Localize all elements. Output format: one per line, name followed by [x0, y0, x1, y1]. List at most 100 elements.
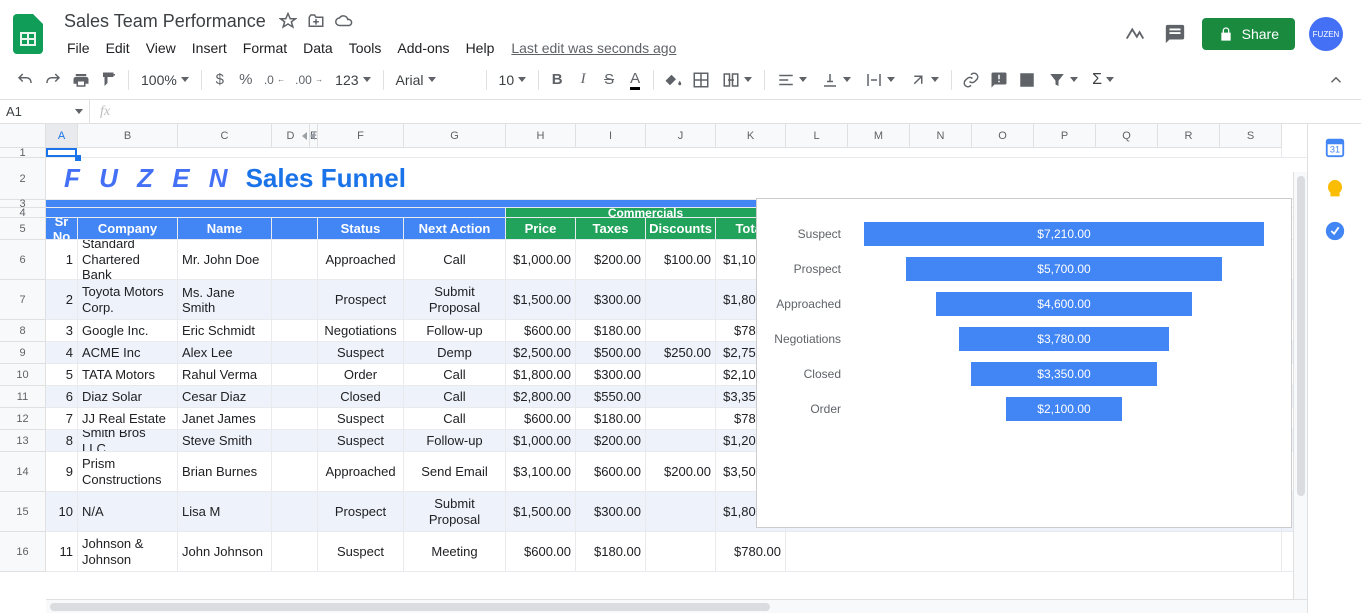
- last-edit-link[interactable]: Last edit was seconds ago: [511, 40, 676, 56]
- cell-srno[interactable]: 8: [46, 430, 78, 451]
- bold-icon[interactable]: B: [545, 68, 569, 92]
- cell-name[interactable]: John Johnson: [178, 532, 272, 571]
- cell-tax[interactable]: $180.00: [576, 532, 646, 571]
- row-header[interactable]: 14: [0, 452, 46, 492]
- menu-insert[interactable]: Insert: [185, 36, 234, 60]
- strikethrough-icon[interactable]: S: [597, 68, 621, 92]
- cell-company[interactable]: Diaz Solar: [78, 386, 178, 407]
- cell-name[interactable]: Lisa M: [178, 492, 272, 531]
- avatar[interactable]: FUZEN: [1309, 17, 1343, 51]
- currency-icon[interactable]: $: [208, 68, 232, 92]
- column-header-Q[interactable]: Q: [1096, 124, 1158, 148]
- fill-color-icon[interactable]: [660, 68, 686, 92]
- row-header[interactable]: 15: [0, 492, 46, 532]
- row-header[interactable]: 11: [0, 386, 46, 408]
- star-icon[interactable]: [278, 11, 298, 31]
- cell-company[interactable]: Smith Bros LLC: [78, 430, 178, 451]
- column-header-A[interactable]: A: [46, 124, 78, 148]
- cell-price[interactable]: $1,500.00: [506, 280, 576, 319]
- cell-discount[interactable]: $100.00: [646, 240, 716, 279]
- cell-tax[interactable]: $180.00: [576, 408, 646, 429]
- text-rotation-icon[interactable]: [903, 68, 945, 92]
- cell-company[interactable]: TATA Motors: [78, 364, 178, 385]
- cell-action[interactable]: Submit Proposal: [404, 280, 506, 319]
- paint-format-icon[interactable]: [96, 68, 122, 92]
- percent-icon[interactable]: %: [234, 68, 258, 92]
- row-header[interactable]: 10: [0, 364, 46, 386]
- column-header-H[interactable]: H: [506, 124, 576, 148]
- cell-srno[interactable]: 9: [46, 452, 78, 491]
- cell-name[interactable]: Rahul Verma: [178, 364, 272, 385]
- row-header[interactable]: 8: [0, 320, 46, 342]
- cell-action[interactable]: Call: [404, 240, 506, 279]
- cell-status[interactable]: Prospect: [318, 280, 404, 319]
- cell-price[interactable]: $2,500.00: [506, 342, 576, 363]
- menu-file[interactable]: File: [60, 36, 97, 60]
- row-header[interactable]: 13: [0, 430, 46, 452]
- cell-status[interactable]: Closed: [318, 386, 404, 407]
- merge-cells-icon[interactable]: [716, 68, 758, 92]
- column-header-E[interactable]: E: [310, 124, 318, 148]
- cell-discount[interactable]: $250.00: [646, 342, 716, 363]
- cell-price[interactable]: $600.00: [506, 532, 576, 571]
- filter-icon[interactable]: [1042, 68, 1084, 92]
- menu-edit[interactable]: Edit: [99, 36, 137, 60]
- cell-action[interactable]: Call: [404, 408, 506, 429]
- name-box[interactable]: A1: [0, 100, 90, 123]
- cell-name[interactable]: Janet James: [178, 408, 272, 429]
- column-header-M[interactable]: M: [848, 124, 910, 148]
- move-icon[interactable]: [306, 11, 326, 31]
- cell-company[interactable]: JJ Real Estate: [78, 408, 178, 429]
- cell-price[interactable]: $2,800.00: [506, 386, 576, 407]
- comments-icon[interactable]: [1162, 21, 1188, 47]
- cell-status[interactable]: Suspect: [318, 408, 404, 429]
- cell-srno[interactable]: 11: [46, 532, 78, 571]
- row-header[interactable]: 1: [0, 148, 46, 158]
- cell-action[interactable]: Follow-up: [404, 430, 506, 451]
- cell-company[interactable]: Toyota Motors Corp.: [78, 280, 178, 319]
- cell-tax[interactable]: $600.00: [576, 452, 646, 491]
- tasks-icon[interactable]: [1324, 220, 1346, 242]
- column-header-F[interactable]: F: [318, 124, 404, 148]
- cell-status[interactable]: Approached: [318, 452, 404, 491]
- cell-company[interactable]: Google Inc.: [78, 320, 178, 341]
- cell-status[interactable]: Order: [318, 364, 404, 385]
- active-cell-handle[interactable]: [75, 155, 81, 161]
- v-align-icon[interactable]: [815, 68, 857, 92]
- cell-status[interactable]: Suspect: [318, 342, 404, 363]
- insert-comment-icon[interactable]: [986, 68, 1012, 92]
- cell-tax[interactable]: $200.00: [576, 430, 646, 451]
- cell-price[interactable]: $1,000.00: [506, 430, 576, 451]
- cell-name[interactable]: Steve Smith: [178, 430, 272, 451]
- cell-company[interactable]: Prism Constructions: [78, 452, 178, 491]
- row-header[interactable]: 12: [0, 408, 46, 430]
- cell-company[interactable]: ACME Inc: [78, 342, 178, 363]
- cell-company[interactable]: Johnson & Johnson: [78, 532, 178, 571]
- sales-funnel-chart[interactable]: Suspect$7,210.00Prospect$5,700.00Approac…: [756, 198, 1292, 528]
- cell-srno[interactable]: 6: [46, 386, 78, 407]
- column-header-K[interactable]: K: [716, 124, 786, 148]
- cell-price[interactable]: $600.00: [506, 320, 576, 341]
- column-header-R[interactable]: R: [1158, 124, 1220, 148]
- row-header[interactable]: 9: [0, 342, 46, 364]
- column-header-D[interactable]: D: [272, 124, 310, 148]
- cell-name[interactable]: Ms. Jane Smith: [178, 280, 272, 319]
- cell-discount[interactable]: [646, 492, 716, 531]
- cell-srno[interactable]: 4: [46, 342, 78, 363]
- calendar-icon[interactable]: 31: [1324, 136, 1346, 158]
- keep-icon[interactable]: [1324, 178, 1346, 200]
- decrease-decimal-icon[interactable]: .0 ←: [260, 68, 289, 92]
- menu-data[interactable]: Data: [296, 36, 340, 60]
- cell-srno[interactable]: 1: [46, 240, 78, 279]
- cell-tax[interactable]: $300.00: [576, 364, 646, 385]
- cell-price[interactable]: $1,000.00: [506, 240, 576, 279]
- row-header[interactable]: 4: [0, 208, 46, 218]
- formula-input[interactable]: [120, 100, 1361, 123]
- cell-action[interactable]: Call: [404, 364, 506, 385]
- cell-status[interactable]: Negotiations: [318, 320, 404, 341]
- cell-srno[interactable]: 10: [46, 492, 78, 531]
- cell-srno[interactable]: 2: [46, 280, 78, 319]
- print-icon[interactable]: [68, 68, 94, 92]
- select-all-corner[interactable]: [0, 124, 46, 148]
- column-header-P[interactable]: P: [1034, 124, 1096, 148]
